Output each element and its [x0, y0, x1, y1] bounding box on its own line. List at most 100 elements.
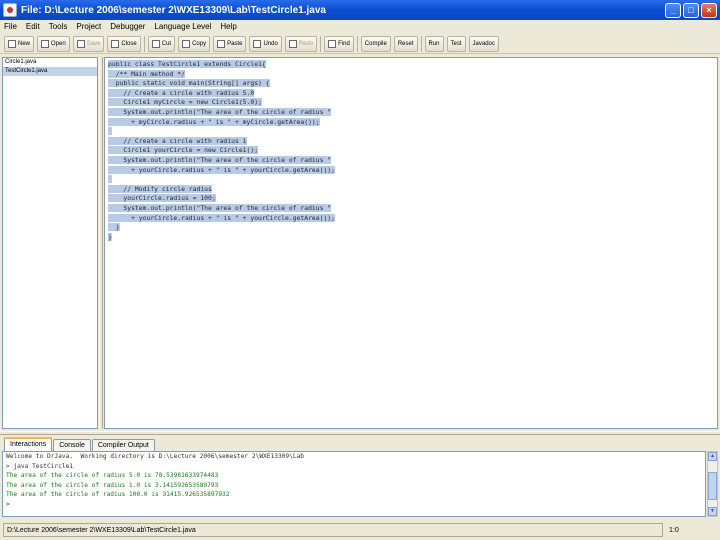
- maximize-button[interactable]: □: [683, 2, 699, 18]
- save-icon: [76, 39, 85, 48]
- code-line: System.out.println("The area of the circ…: [108, 203, 335, 214]
- code-line-text: [108, 127, 112, 136]
- code-line: [108, 175, 335, 185]
- console-line: The area of the circle of radius 100.0 i…: [6, 491, 230, 499]
- console-line: The area of the circle of radius 5.0 is …: [6, 472, 219, 480]
- open-folder-icon: [41, 39, 50, 48]
- undo-icon: [253, 39, 262, 48]
- undo-button[interactable]: Undo: [249, 35, 282, 52]
- menu-tools[interactable]: Tools: [49, 22, 68, 31]
- bottom-tabs: Interactions Console Compiler Output: [4, 437, 156, 451]
- cut-button-label: Cut: [161, 40, 172, 47]
- code-line: + yourCircle.radius + " is " + yourCircl…: [108, 165, 336, 176]
- menu-edit[interactable]: Edit: [26, 22, 40, 31]
- toolbar-separator: [420, 35, 422, 52]
- new-button-label: New: [18, 40, 31, 47]
- code-line-text: System.out.println("The area of the circ…: [108, 203, 332, 212]
- toolbar-separator: [320, 35, 322, 52]
- drjava-icon: [3, 3, 17, 17]
- code-line-text: // Modify circle radius: [108, 184, 212, 193]
- code-line-text: Circle1 yourCircle = new Circle1();: [108, 146, 259, 155]
- interactions-text[interactable]: Welcome to DrJava. Working directory is …: [6, 452, 304, 510]
- file-list-item[interactable]: Circle1.java: [3, 58, 97, 67]
- code-line: System.out.println("The area of the circ…: [108, 107, 335, 118]
- code-line-text: Circle1 myCircle = new Circle1(5.0);: [108, 98, 262, 107]
- new-button[interactable]: New: [4, 35, 35, 52]
- code-line-text: // Create a circle with radius 1: [108, 136, 247, 145]
- save-button-label: Save: [86, 40, 101, 47]
- code-line: }: [108, 223, 335, 233]
- status-file-path: D:\Lecture 2006\semester 2\WXE13309\Lab\…: [3, 523, 663, 537]
- tab-compiler-output[interactable]: Compiler Output: [91, 439, 155, 451]
- scroll-thumb[interactable]: [708, 472, 717, 500]
- scroll-down-icon[interactable]: ▼: [708, 507, 717, 516]
- vertical-splitter[interactable]: [99, 57, 103, 429]
- run-button[interactable]: Run: [424, 35, 444, 52]
- redo-button-label: Redo: [298, 40, 314, 47]
- tab-console[interactable]: Console: [53, 439, 91, 451]
- cursor-position: 1:0: [669, 526, 679, 534]
- reset-button[interactable]: Reset: [393, 35, 418, 52]
- new-file-icon: [8, 39, 16, 48]
- redo-icon: [288, 39, 297, 48]
- menu-help[interactable]: Help: [220, 22, 236, 31]
- code-line: // Create a circle with radius 1: [108, 136, 335, 147]
- code-line-text: public static void main(String[] args) {: [108, 79, 270, 88]
- code-line: + yourCircle.radius + " is " + yourCircl…: [108, 213, 336, 224]
- undo-button-label: Undo: [263, 40, 278, 47]
- interactions-pane[interactable]: Welcome to DrJava. Working directory is …: [2, 451, 706, 517]
- status-bar: D:\Lecture 2006\semester 2\WXE13309\Lab\…: [0, 520, 720, 540]
- menu-bar: File Edit Tools Project Debugger Language Lev…: [0, 20, 720, 33]
- save-button[interactable]: Save: [72, 35, 105, 52]
- test-button[interactable]: Test: [446, 35, 466, 52]
- find-button[interactable]: Find: [324, 35, 354, 52]
- code-line: [108, 127, 335, 137]
- horizontal-splitter[interactable]: [0, 431, 720, 435]
- code-line-text: System.out.println("The area of the circ…: [108, 155, 332, 164]
- console-line: > java TestCircle1: [6, 462, 74, 470]
- find-icon: [328, 39, 337, 48]
- find-button-label: Find: [338, 40, 350, 47]
- file-list[interactable]: Circle1.java TestCircle1.java: [2, 57, 98, 429]
- code-line: // Modify circle radius: [108, 184, 335, 195]
- cut-button[interactable]: Cut: [147, 35, 176, 52]
- toolbar-separator: [143, 35, 145, 52]
- tab-interactions[interactable]: Interactions: [4, 437, 53, 451]
- code-line-text: /** Main method */: [108, 69, 185, 78]
- javadoc-button[interactable]: Javadoc: [468, 35, 499, 52]
- copy-button[interactable]: Copy: [178, 35, 211, 52]
- copy-button-label: Copy: [192, 40, 207, 47]
- code-line: Circle1 yourCircle = new Circle1();: [108, 146, 335, 156]
- code-line: /** Main method */: [108, 69, 335, 80]
- test-button-label: Test: [450, 40, 462, 47]
- code-line-text: }: [108, 232, 112, 241]
- code-line-text: }: [108, 223, 120, 232]
- code-line-text: [108, 175, 112, 184]
- code-text[interactable]: public class TestCircle1 extends Circle1…: [108, 60, 336, 242]
- scroll-up-icon[interactable]: ▲: [708, 452, 717, 461]
- paste-button-label: Paste: [227, 40, 243, 47]
- close-button[interactable]: ×: [701, 2, 717, 18]
- minimize-button[interactable]: _: [665, 2, 681, 18]
- code-editor[interactable]: public class TestCircle1 extends Circle1…: [104, 57, 718, 429]
- cut-icon: [151, 39, 160, 48]
- menu-file[interactable]: File: [4, 22, 17, 31]
- code-line-text: // Create a circle with radius 5.0: [108, 88, 255, 97]
- interactions-scrollbar[interactable]: ▲ ▼: [707, 451, 718, 517]
- compile-button[interactable]: Compile: [360, 35, 391, 52]
- console-line: Welcome to DrJava. Working directory is …: [6, 453, 305, 460]
- close-button[interactable]: Close: [107, 35, 141, 52]
- redo-button[interactable]: Redo: [284, 35, 318, 52]
- copy-icon: [182, 39, 191, 48]
- paste-button[interactable]: Paste: [213, 35, 247, 52]
- menu-debugger[interactable]: Debugger: [110, 22, 145, 31]
- menu-language-level[interactable]: Language Level: [154, 22, 211, 31]
- menu-project[interactable]: Project: [76, 22, 101, 31]
- title-bar[interactable]: File: D:\Lecture 2006\semester 2\WXE1330…: [0, 0, 720, 20]
- code-line: // Create a circle with radius 5.0: [108, 88, 335, 99]
- console-line: >: [6, 500, 10, 508]
- code-line: Circle1 myCircle = new Circle1(5.0);: [108, 98, 335, 108]
- open-button[interactable]: Open: [37, 35, 70, 52]
- reset-button-label: Reset: [397, 40, 414, 47]
- file-list-item[interactable]: TestCircle1.java: [3, 67, 97, 76]
